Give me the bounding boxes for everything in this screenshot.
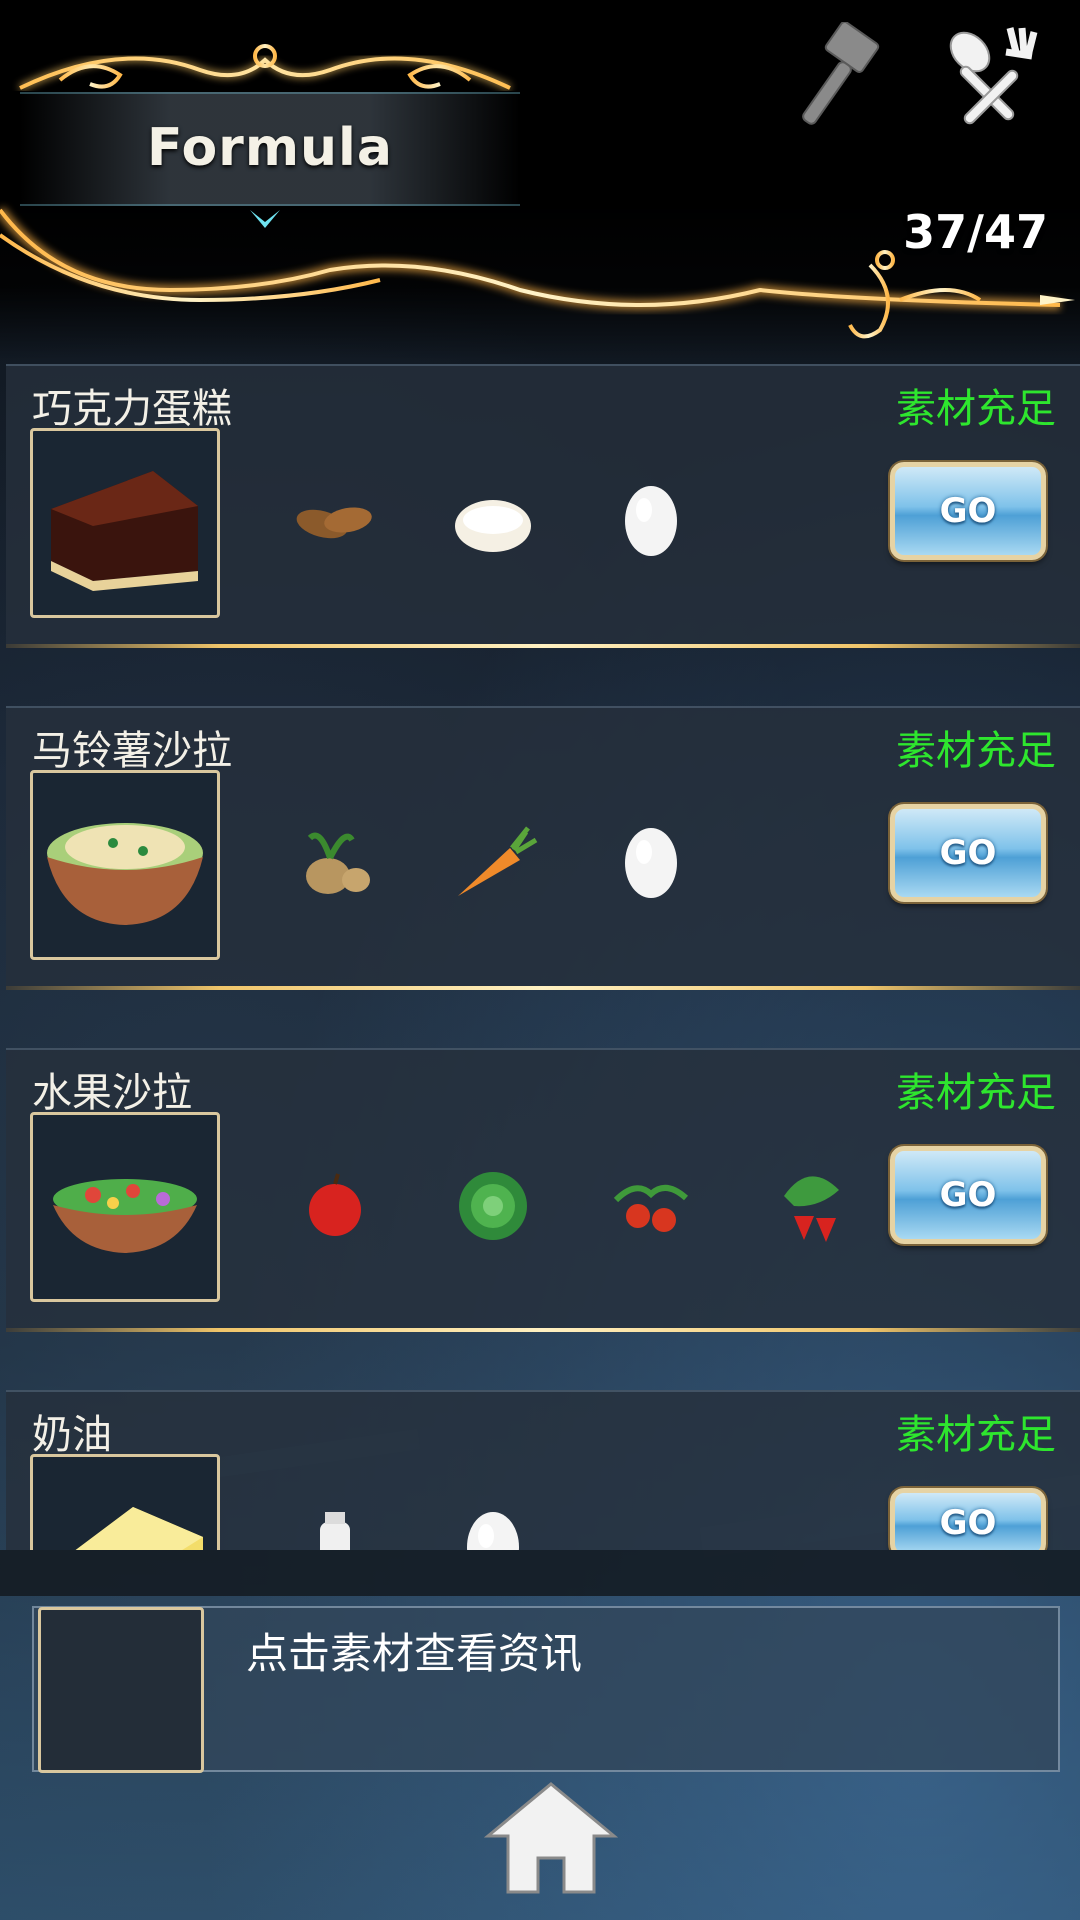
milk-icon[interactable] <box>290 1502 380 1550</box>
recipe-counter: 37/47 <box>903 205 1048 259</box>
recipe-card: 马铃薯沙拉 素材充足 GO <box>6 706 1080 990</box>
chocolate-cake-image[interactable] <box>30 428 220 618</box>
info-hint-text: 点击素材查看资讯 <box>246 1629 583 1678</box>
selected-material-slot[interactable] <box>38 1607 204 1773</box>
almond-icon[interactable] <box>290 476 380 566</box>
potato-salad-image[interactable] <box>30 770 220 960</box>
egg-icon[interactable] <box>606 818 696 908</box>
recipe-name: 水果沙拉 <box>32 1070 192 1116</box>
recipe-card: 奶油 素材充足 GO <box>6 1390 1080 1550</box>
cabbage-icon[interactable] <box>448 1160 538 1250</box>
fruit-salad-image[interactable] <box>30 1112 220 1302</box>
hammer-icon[interactable] <box>790 21 900 132</box>
go-button[interactable]: GO <box>890 804 1046 902</box>
carrot-icon[interactable] <box>448 818 538 908</box>
dough-icon[interactable] <box>448 476 538 566</box>
butter-image[interactable] <box>30 1454 220 1550</box>
list-fade <box>0 1550 1080 1596</box>
strawberry-icon[interactable] <box>764 1160 854 1250</box>
fork-spoon-icon[interactable] <box>940 22 1050 132</box>
recipe-name: 马铃薯沙拉 <box>32 728 232 774</box>
status-label: 素材充足 <box>896 1070 1056 1116</box>
recipe-card: 巧克力蛋糕 素材充足 GO <box>6 364 1080 648</box>
header-bar: Formula 37/47 <box>0 0 1080 360</box>
go-button[interactable]: GO <box>890 462 1046 560</box>
page-title: Formula <box>147 118 393 178</box>
potato-icon[interactable] <box>290 818 380 908</box>
recipe-name: 奶油 <box>32 1412 112 1458</box>
apple-icon[interactable] <box>290 1160 380 1250</box>
recipe-card: 水果沙拉 素材充足 GO <box>6 1048 1080 1332</box>
home-icon[interactable] <box>483 1780 619 1896</box>
egg-icon[interactable] <box>606 476 696 566</box>
tomato-icon[interactable] <box>606 1160 696 1250</box>
status-label: 素材充足 <box>896 728 1056 774</box>
go-button[interactable]: GO <box>890 1146 1046 1244</box>
egg-icon[interactable] <box>448 1502 538 1550</box>
status-label: 素材充足 <box>896 1412 1056 1458</box>
recipe-name: 巧克力蛋糕 <box>32 386 232 432</box>
go-button[interactable]: GO <box>890 1488 1046 1550</box>
recipe-list[interactable]: 巧克力蛋糕 素材充足 GO 马铃薯沙拉 素材充足 GO 水果沙拉 素材充足 GO… <box>0 360 1080 1550</box>
status-label: 素材充足 <box>896 386 1056 432</box>
